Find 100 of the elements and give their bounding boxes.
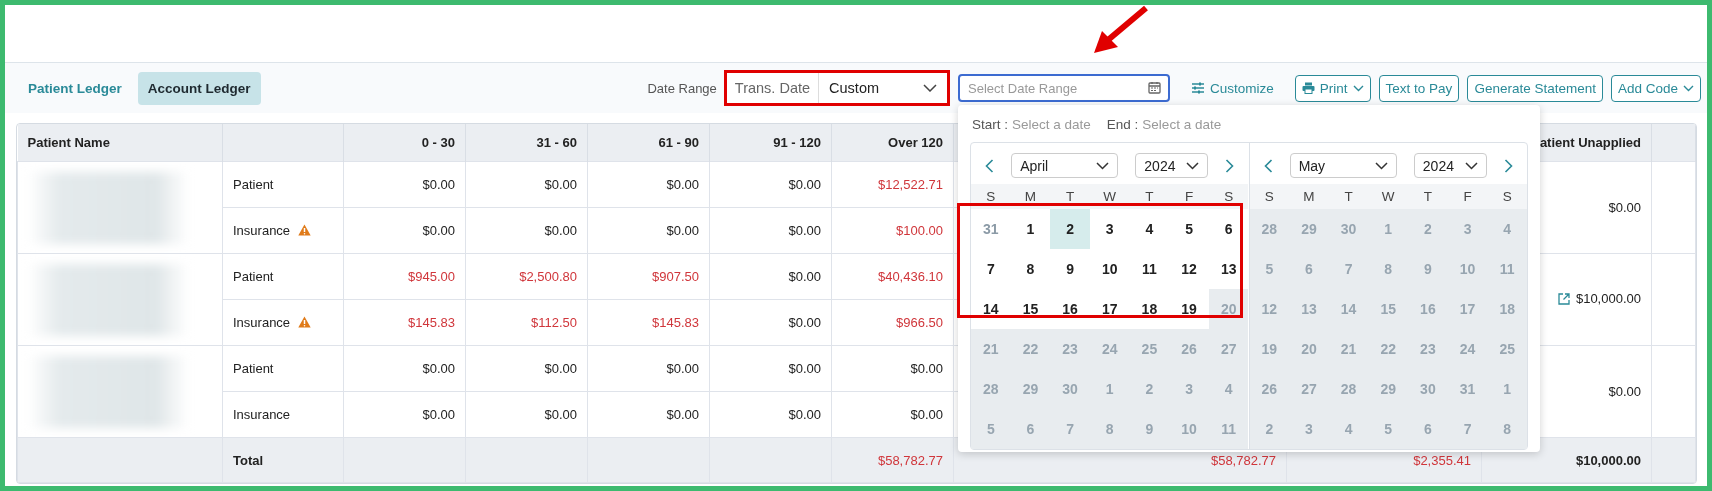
calendar-day: 30 xyxy=(1328,209,1369,249)
table-cell: $112.50 xyxy=(465,299,588,346)
calendar-day: 2 xyxy=(1249,409,1290,449)
calendar-day: 7 xyxy=(1328,249,1369,289)
weekday-label: T xyxy=(1050,184,1090,209)
table-cell: $145.83 xyxy=(343,299,466,346)
table-cell: $0.00 xyxy=(709,345,832,392)
calendar-day: 23 xyxy=(1408,329,1448,369)
calendar-icon xyxy=(1148,81,1162,94)
calendar-day: 18 xyxy=(1487,289,1527,329)
chevron-icon xyxy=(923,84,938,92)
calendar-day: 29 xyxy=(1368,369,1409,409)
calendar-day[interactable]: 3 xyxy=(1089,209,1130,249)
calendar-day[interactable]: 19 xyxy=(1169,289,1209,329)
table-cell: $0.00 xyxy=(709,161,832,208)
table-cell: $0.00 xyxy=(587,345,710,392)
calendar-day[interactable]: 13 xyxy=(1208,249,1249,289)
external-link-icon[interactable] xyxy=(1557,292,1570,305)
previous-month-icon[interactable] xyxy=(985,158,994,173)
table-cell: Patient xyxy=(222,253,344,300)
calendar-day: 7 xyxy=(1447,409,1488,449)
table-cell: $0.00 xyxy=(831,391,954,438)
table-cell: $0.00 xyxy=(587,161,710,208)
next-month-icon[interactable] xyxy=(1503,158,1513,173)
table-cell: $0.00 xyxy=(1608,200,1641,215)
chevron-icon xyxy=(1374,161,1388,170)
calendar-day: 16 xyxy=(1408,289,1448,329)
table-cell: $966.50 xyxy=(831,299,954,346)
table-cell: $0.00 xyxy=(709,207,832,254)
end-label: End : xyxy=(1106,117,1139,132)
calendar-day: 28 xyxy=(1249,209,1290,249)
calendar-day: 17 xyxy=(1447,289,1488,329)
date-type-select[interactable]: Trans. Date xyxy=(726,73,820,103)
table-cell: $100.00 xyxy=(831,207,954,254)
table-cell: $0.00 xyxy=(465,161,588,208)
table-cell: $0.00 xyxy=(709,253,832,300)
calendar-day: 7 xyxy=(1050,409,1090,449)
date-range-field[interactable]: Select Date Range xyxy=(958,74,1171,102)
calendar-day[interactable]: 16 xyxy=(1050,289,1090,329)
table-cell: $10,000.00 xyxy=(1575,291,1641,307)
year-select[interactable]: 2024 xyxy=(1413,153,1487,178)
column-header: Over 120 xyxy=(831,124,954,162)
calendar-day: 25 xyxy=(1487,329,1527,369)
calendar-day[interactable]: 12 xyxy=(1169,249,1209,289)
calendar-day[interactable]: 17 xyxy=(1089,289,1130,329)
calendar-day: 19 xyxy=(1249,329,1290,369)
calendar-day: 30 xyxy=(1050,369,1090,409)
next-month-icon[interactable] xyxy=(1225,158,1235,173)
previous-month-icon[interactable] xyxy=(1263,158,1273,173)
calendar-day: 10 xyxy=(1447,249,1488,289)
preset-select[interactable]: Custom xyxy=(819,80,948,96)
print-button[interactable]: Print xyxy=(1294,74,1371,102)
customize-button[interactable]: Customize xyxy=(1184,74,1281,102)
calendar-day: 1 xyxy=(1487,369,1527,409)
calendar-day[interactable]: 1 xyxy=(1010,209,1051,249)
calendar-day: 28 xyxy=(1328,369,1369,409)
ledger-tab[interactable]: Account Ledger xyxy=(137,71,261,105)
year-select[interactable]: 2024 xyxy=(1135,153,1209,178)
calendar-day: 3 xyxy=(1447,209,1488,249)
calendar-day[interactable]: 5 xyxy=(1169,209,1209,249)
calendar-day[interactable]: 9 xyxy=(1050,249,1090,289)
calendar-day[interactable]: 11 xyxy=(1129,249,1170,289)
column-header: Patient Name xyxy=(17,124,223,162)
calendar-day[interactable]: 14 xyxy=(971,289,1011,329)
table-cell: $0.00 xyxy=(343,345,466,392)
calendar-day[interactable]: 8 xyxy=(1010,249,1051,289)
calendar-day: 11 xyxy=(1208,409,1249,449)
month-select[interactable]: May xyxy=(1289,153,1397,178)
table-cell: Insurance xyxy=(222,207,344,254)
calendar-day[interactable]: 18 xyxy=(1129,289,1170,329)
total-cell: $58,782.77 xyxy=(831,437,954,483)
calendar-day: 14 xyxy=(1328,289,1369,329)
calendar-day: 4 xyxy=(1487,209,1527,249)
chevron-icon xyxy=(1352,84,1364,92)
table-cell: $0.00 xyxy=(709,391,832,438)
calendar-day[interactable]: 10 xyxy=(1089,249,1130,289)
weekday-label: S xyxy=(1249,184,1290,209)
column-header: 31 - 60 xyxy=(465,124,588,162)
calendar-day: 5 xyxy=(971,409,1011,449)
table-cell: $0.00 xyxy=(1608,384,1641,399)
printer-icon xyxy=(1301,82,1315,94)
add-code-button[interactable]: Add Code xyxy=(1610,74,1701,102)
action-button[interactable]: Generate Statement xyxy=(1467,74,1603,102)
calendar-day: 9 xyxy=(1129,409,1170,449)
calendar-day[interactable]: 15 xyxy=(1010,289,1051,329)
action-button[interactable]: Text to Pay xyxy=(1378,74,1460,102)
calendar-day[interactable]: 4 xyxy=(1129,209,1170,249)
calendar-day[interactable]: 2 xyxy=(1050,209,1090,249)
table-cell: $0.00 xyxy=(343,391,466,438)
month-select[interactable]: April xyxy=(1011,153,1119,178)
sliders-icon xyxy=(1191,82,1206,94)
ledger-tab[interactable]: Patient Ledger xyxy=(18,71,132,105)
table-cell: Patient xyxy=(222,161,344,208)
table-cell: $0.00 xyxy=(343,207,466,254)
calendar-day[interactable]: 6 xyxy=(1208,209,1249,249)
calendar-day[interactable]: 7 xyxy=(971,249,1011,289)
calendar-day: 22 xyxy=(1010,329,1051,369)
table-cell: $0.00 xyxy=(709,299,832,346)
calendar-day: 1 xyxy=(1089,369,1130,409)
calendar-day: 15 xyxy=(1368,289,1409,329)
